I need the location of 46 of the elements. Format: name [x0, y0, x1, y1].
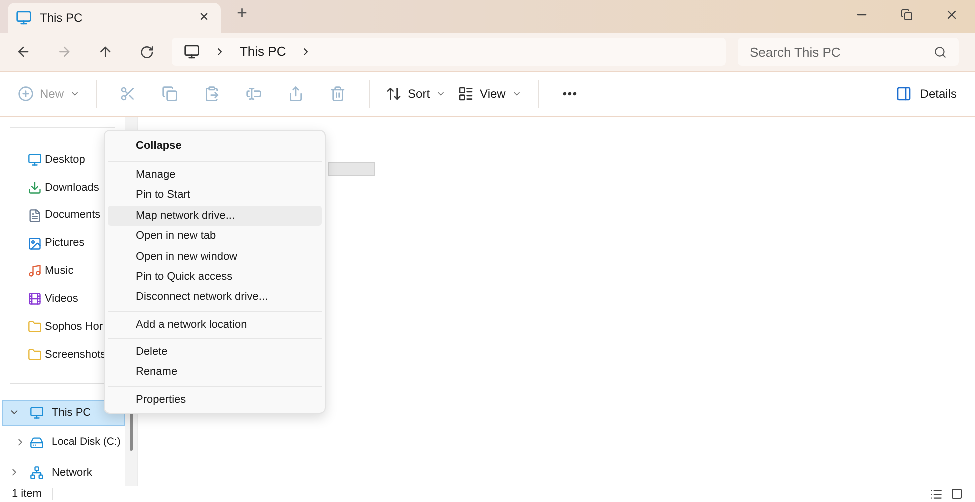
more-icon [562, 92, 577, 96]
text-cursor-icon [246, 86, 262, 102]
search-icon[interactable] [934, 46, 947, 59]
list-layout-icon [458, 86, 474, 102]
toolbar-button[interactable]: View [452, 78, 528, 110]
refresh-icon[interactable] [140, 44, 154, 60]
folder-icon [28, 348, 42, 362]
breadcrumb[interactable]: This PC [240, 42, 286, 62]
drive-icon [30, 436, 44, 450]
network-icon [30, 466, 44, 480]
document-icon [28, 208, 42, 223]
share-icon [288, 86, 304, 102]
list-view-icon[interactable] [930, 488, 943, 500]
toolbar-button[interactable]: Sort [380, 78, 452, 110]
monitor-icon [30, 406, 44, 420]
menu-item[interactable]: Map network drive... [108, 206, 322, 226]
desktop-icon [28, 152, 42, 167]
tiles-view-icon[interactable] [951, 488, 963, 500]
item-count: 1 item [12, 486, 42, 502]
picture-icon [28, 236, 42, 251]
search-field[interactable]: Search This PC [738, 38, 959, 66]
scissors-icon [120, 86, 136, 102]
folder-icon [28, 320, 42, 334]
close-tab-button[interactable]: × [196, 6, 213, 30]
details-button[interactable]: Details [890, 78, 963, 110]
tab[interactable]: This PC × [8, 3, 221, 33]
new-tab-button[interactable]: + [237, 0, 248, 27]
monitor-icon [184, 44, 200, 60]
restore-icon[interactable] [901, 9, 913, 21]
tree-item[interactable]: Network [2, 460, 125, 486]
trash-icon [330, 86, 346, 102]
tree-item[interactable]: Local Disk (C:) [2, 430, 125, 456]
copy-icon [162, 86, 178, 102]
plus-circle-icon [18, 86, 34, 102]
address-bar[interactable]: This PC [172, 38, 726, 66]
monitor-icon [16, 10, 32, 26]
close-icon[interactable] [945, 8, 959, 22]
clipboard-icon [204, 86, 220, 102]
video-icon [28, 292, 42, 306]
storage-bar [328, 162, 375, 176]
back-icon[interactable] [16, 44, 32, 60]
details-pane-icon [896, 86, 912, 102]
tree-item[interactable]: This PC [2, 400, 125, 426]
music-icon [28, 264, 42, 278]
sort-arrows-icon [386, 86, 402, 102]
download-icon [28, 180, 42, 195]
